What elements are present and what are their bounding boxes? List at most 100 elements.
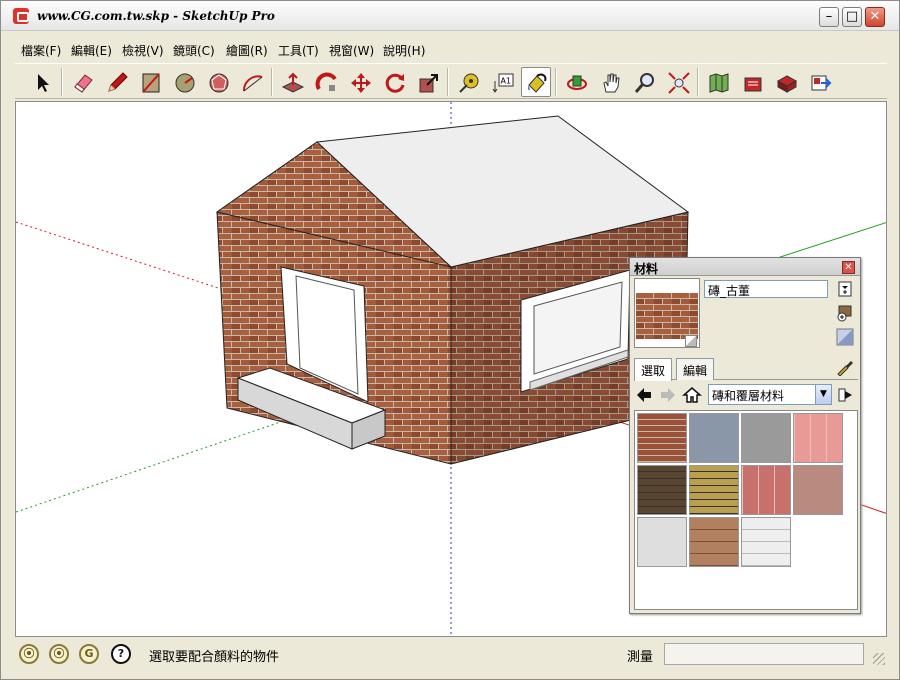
create-material-icon[interactable]: [836, 304, 854, 322]
paint-bucket-icon: [527, 73, 547, 93]
title-bar[interactable]: www.CG.com.tw.skp - SketchUp Pro – □ ✕: [1, 1, 899, 31]
home-icon[interactable]: [682, 385, 702, 405]
display-secondary-pane-icon[interactable]: [836, 280, 854, 298]
pencil-icon: [108, 72, 128, 92]
credits-icon[interactable]: ⦿: [49, 644, 69, 664]
close-button[interactable]: ✕: [865, 7, 885, 27]
back-arrow-icon[interactable]: [634, 385, 654, 405]
resize-grip[interactable]: [873, 653, 885, 665]
brick-preview-swatch: [636, 293, 698, 339]
menu-window[interactable]: 視窗(W): [329, 42, 374, 59]
circle-tool-button[interactable]: [169, 67, 199, 97]
measurements-label: 測量: [627, 650, 654, 665]
orbit-tool-button[interactable]: [561, 67, 591, 97]
rectangle-icon: [142, 73, 160, 93]
tab-edit[interactable]: 編輯: [676, 358, 715, 380]
share-model-tool-button[interactable]: [771, 67, 801, 97]
share-model-icon: [776, 75, 798, 93]
scale-icon: [419, 74, 438, 93]
maximize-button[interactable]: □: [842, 7, 862, 27]
tape-measure-icon: [459, 73, 479, 93]
material-swatch-grid: [634, 410, 858, 610]
material-swatch-tile-pink[interactable]: [793, 413, 843, 463]
get-models-tool-button[interactable]: [737, 67, 767, 97]
materials-panel-title: 材料: [634, 262, 659, 276]
svg-text:A1: A1: [501, 77, 512, 86]
pencil-tool-button[interactable]: [101, 67, 131, 97]
components-icon: [811, 75, 832, 91]
components-tool-button[interactable]: [805, 67, 835, 97]
material-swatch-brick-antique[interactable]: [637, 413, 687, 463]
collection-dropdown[interactable]: 磚和覆層材料 ▼: [708, 384, 832, 405]
google-icon[interactable]: G: [79, 644, 99, 664]
menu-help[interactable]: 說明(H): [383, 42, 425, 59]
text-label-icon: A1: [492, 73, 514, 93]
material-swatch-siding-white[interactable]: [741, 517, 791, 567]
panel-close-button[interactable]: ✕: [842, 261, 855, 274]
minimize-button[interactable]: –: [819, 7, 839, 27]
arc-tool-button[interactable]: [237, 67, 267, 97]
pan-tool-button[interactable]: [595, 67, 625, 97]
menu-file[interactable]: 檔案(F): [21, 42, 61, 59]
details-arrow-icon[interactable]: [836, 385, 856, 405]
material-swatch-brick-yellow[interactable]: [689, 465, 739, 515]
move-tool-button[interactable]: [345, 67, 375, 97]
material-swatch-paver-rose[interactable]: [793, 465, 843, 515]
zoom-extents-icon: [668, 72, 690, 94]
polygon-icon: [209, 73, 229, 93]
follow-me-icon: [315, 72, 337, 91]
zoom-tool-button[interactable]: [629, 67, 659, 97]
add-location-tool-button[interactable]: [703, 67, 733, 97]
geo-location-icon[interactable]: ⦿: [19, 644, 39, 664]
menu-camera[interactable]: 鏡頭(C): [173, 42, 215, 59]
material-swatch-brick-dark[interactable]: [637, 465, 687, 515]
orbit-icon: [567, 75, 587, 90]
default-material-icon[interactable]: [836, 328, 854, 346]
sample-paint-dropper-icon[interactable]: [836, 358, 854, 376]
status-bar: ⦿ ⦿ G ? 選取要配合顏料的物件 測量: [15, 641, 887, 667]
menu-edit[interactable]: 編輯(E): [71, 42, 112, 59]
window-title: www.CG.com.tw.skp - SketchUp Pro: [37, 9, 275, 23]
circle-icon: [175, 73, 195, 93]
zoom-extents-tool-button[interactable]: [663, 67, 693, 97]
paint-bucket-tool-button[interactable]: [521, 67, 551, 97]
magnifier-icon: [634, 73, 654, 93]
map-icon: [709, 73, 729, 93]
material-name-field[interactable]: 磚_古董: [704, 280, 828, 298]
menu-draw[interactable]: 繪圖(R): [226, 42, 268, 59]
sketchup-app-icon: [13, 8, 29, 24]
warehouse-icon: [744, 77, 762, 92]
material-preview: [634, 278, 700, 348]
material-swatch-siding-wood[interactable]: [689, 517, 739, 567]
eraser-tool-button[interactable]: [67, 67, 97, 97]
text-tool-button[interactable]: A1: [487, 67, 517, 97]
forward-arrow-icon[interactable]: [658, 385, 678, 405]
default-material-corner-icon[interactable]: [685, 335, 697, 347]
material-swatch-tile-red[interactable]: [741, 465, 791, 515]
polygon-tool-button[interactable]: [203, 67, 233, 97]
toolbar: A1: [15, 63, 887, 99]
help-icon[interactable]: ?: [111, 644, 131, 664]
measurements-input[interactable]: [664, 643, 864, 665]
push-pull-icon: [281, 72, 305, 93]
menu-tools[interactable]: 工具(T): [278, 42, 319, 59]
arrow-cursor-icon: [38, 74, 49, 92]
hand-icon: [603, 73, 620, 93]
material-swatch-stucco-light[interactable]: [637, 517, 687, 567]
status-message: 選取要配合顏料的物件: [149, 650, 280, 665]
menu-view[interactable]: 檢視(V): [122, 42, 164, 59]
follow-me-tool-button[interactable]: [311, 67, 341, 97]
material-swatch-stone-blue-gray[interactable]: [689, 413, 739, 463]
tab-select[interactable]: 選取: [634, 358, 673, 381]
select-tool-button[interactable]: [27, 67, 57, 97]
move-arrows-icon: [351, 73, 371, 93]
rotate-tool-button[interactable]: [379, 67, 409, 97]
rectangle-tool-button[interactable]: [135, 67, 165, 97]
scale-tool-button[interactable]: [413, 67, 443, 97]
push-pull-tool-button[interactable]: [277, 67, 307, 97]
chevron-down-icon[interactable]: ▼: [815, 385, 831, 404]
material-swatch-slate-gray[interactable]: [741, 413, 791, 463]
materials-panel-titlebar[interactable]: 材料 ✕: [630, 258, 860, 276]
tape-measure-tool-button[interactable]: [453, 67, 483, 97]
collection-nav: 磚和覆層材料 ▼: [634, 384, 858, 406]
